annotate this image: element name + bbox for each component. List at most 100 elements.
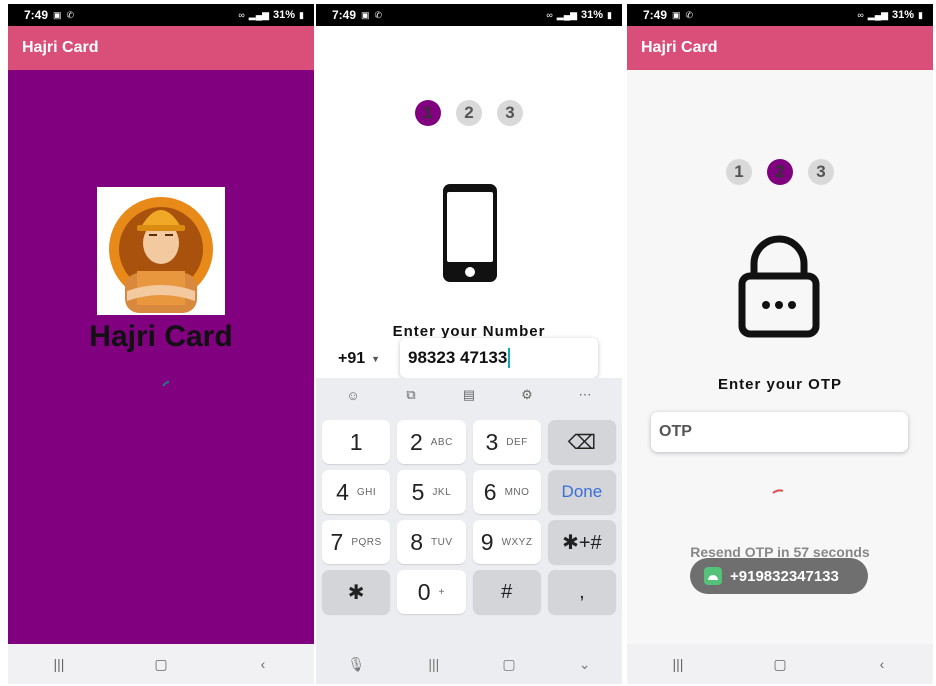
key-letters: ABC: [430, 436, 453, 448]
emoji-icon[interactable]: ☺: [342, 384, 364, 406]
recent-apps-icon[interactable]: |||: [428, 656, 439, 672]
backspace-icon: ⌫: [567, 431, 597, 454]
key-label: #: [501, 580, 513, 603]
key-14[interactable]: #: [472, 570, 541, 614]
chevron-down-icon: ▼: [371, 354, 381, 364]
gallery-notification-icon: ▣: [672, 9, 681, 20]
step-3: 3: [808, 159, 834, 185]
key-letters: TUV: [431, 536, 453, 548]
country-code-value: +91: [338, 350, 366, 367]
splash-background: [8, 70, 314, 644]
loading-spinner-icon: [162, 381, 170, 387]
key-1[interactable]: 2 ABC: [397, 420, 466, 464]
call-notification-icon: ✆: [374, 9, 383, 20]
key-11[interactable]: ✱+#: [547, 520, 616, 564]
back-icon[interactable]: ‹: [862, 656, 902, 672]
key-letters: +: [438, 586, 445, 598]
clipboard-icon[interactable]: ▤: [458, 384, 480, 406]
otp-input[interactable]: OTP: [651, 412, 908, 452]
step-indicator: 1 2 3: [316, 100, 622, 126]
more-icon[interactable]: ⋯: [574, 384, 596, 406]
toast-message: +919832347133: [690, 558, 868, 594]
status-bar: 7:49 ▣ ✆ ∞ ▂▄▆ 31% ▮: [627, 4, 933, 26]
keypad: 1 2 ABC 3 DEF ⌫ 4 GHI 5 JKL 6 MNO Done 7 PQRS 8 TUV 9 WXYZ…: [322, 420, 616, 614]
app-bar: Hajri Card: [8, 26, 314, 70]
brand-title: Hajri Card: [89, 320, 233, 353]
key-5[interactable]: 5 JKL: [397, 470, 466, 514]
battery-percent: 31%: [273, 9, 296, 21]
phone-entry-screen: 7:49 ▣ ✆ ∞ ▂▄▆ 31% ▮ 1 2 3 Enter your Nu…: [316, 4, 622, 684]
key-label: 8: [410, 528, 424, 555]
backspace-key[interactable]: ⌫: [547, 420, 616, 464]
worker-logo-icon: [109, 197, 213, 313]
hide-keyboard-icon[interactable]: ⌄: [579, 656, 591, 673]
call-notification-icon: ✆: [66, 9, 75, 20]
battery-icon: ▮: [918, 9, 923, 20]
home-icon[interactable]: ▢: [141, 656, 181, 673]
settings-icon[interactable]: ⚙: [516, 384, 538, 406]
step-2: 2: [767, 159, 793, 185]
text-cursor: [508, 348, 511, 368]
splash-screen: 7:49 ▣ ✆ ∞ ▂▄▆ 31% ▮ Hajri Card Hajri Ca…: [8, 4, 314, 684]
key-8[interactable]: 7 PQRS: [322, 520, 391, 564]
key-12[interactable]: ✱: [322, 570, 391, 614]
key-15[interactable]: ,: [547, 570, 616, 614]
home-icon[interactable]: ▢: [760, 656, 800, 673]
key-13[interactable]: 0 +: [397, 570, 466, 614]
key-label: ✱+#: [562, 531, 602, 554]
link-icon: ∞: [857, 10, 864, 20]
home-icon[interactable]: ▢: [502, 656, 515, 673]
key-label: ,: [579, 580, 585, 603]
key-6[interactable]: 6 MNO: [472, 470, 541, 514]
key-9[interactable]: 8 TUV: [397, 520, 466, 564]
key-2[interactable]: 3 DEF: [472, 420, 541, 464]
status-time: 7:49: [643, 8, 668, 22]
phone-number-input[interactable]: 98323 47133: [400, 338, 598, 378]
numeric-keyboard: ☺ ⧉ ▤ ⚙ ⋯ 1 2 ABC 3 DEF ⌫ 4 GHI 5 JKL 6 MNO Done 7 PQR…: [316, 378, 622, 644]
mobile-phone-icon: [443, 184, 497, 282]
step-1: 1: [726, 159, 752, 185]
link-icon: ∞: [238, 10, 245, 20]
key-10[interactable]: 9 WXYZ: [472, 520, 541, 564]
key-letters: PQRS: [351, 536, 382, 548]
country-code-selector[interactable]: +91 ▼: [338, 350, 380, 368]
otp-entry-screen: 7:49 ▣ ✆ ∞ ▂▄▆ 31% ▮ Hajri Card 1 2 3 En…: [627, 4, 933, 684]
key-letters: JKL: [432, 486, 452, 498]
key-label: 0: [417, 578, 431, 605]
link-icon: ∞: [546, 10, 553, 20]
status-time: 7:49: [24, 8, 49, 22]
keyboard-toolbar: ☺ ⧉ ▤ ⚙ ⋯: [316, 378, 622, 412]
back-icon[interactable]: ‹: [243, 656, 283, 672]
key-label: 4: [336, 478, 349, 505]
toast-text: +919832347133: [730, 567, 839, 585]
signal-icon: ▂▄▆: [867, 9, 889, 20]
key-0[interactable]: 1: [322, 420, 391, 464]
key-label: 5: [411, 478, 425, 505]
key-label: 6: [483, 478, 497, 505]
done-key[interactable]: Done: [547, 470, 616, 514]
recent-apps-icon[interactable]: |||: [658, 656, 698, 672]
key-label: 3: [485, 428, 499, 455]
microphone-icon[interactable]: 🎙: [348, 656, 366, 673]
battery-icon: ▮: [607, 9, 612, 20]
status-time: 7:49: [332, 8, 357, 22]
status-bar: 7:49 ▣ ✆ ∞ ▂▄▆ 31% ▮: [316, 4, 622, 26]
app-title: Hajri Card: [641, 39, 718, 56]
sticker-icon[interactable]: ⧉: [400, 384, 422, 406]
key-letters: GHI: [356, 486, 377, 498]
call-notification-icon: ✆: [685, 9, 694, 20]
recent-apps-icon[interactable]: |||: [39, 656, 79, 672]
step-1: 1: [415, 100, 441, 126]
gallery-notification-icon: ▣: [361, 9, 370, 20]
step-3: 3: [497, 100, 523, 126]
battery-icon: ▮: [299, 9, 304, 20]
battery-percent: 31%: [892, 9, 915, 21]
key-4[interactable]: 4 GHI: [322, 470, 391, 514]
app-title: Hajri Card: [22, 39, 99, 56]
status-bar: 7:49 ▣ ✆ ∞ ▂▄▆ 31% ▮: [8, 4, 314, 26]
keyboard-nav-bar: 🎙 ||| ▢ ⌄: [316, 644, 622, 684]
signal-icon: ▂▄▆: [556, 9, 578, 20]
key-label: 9: [480, 528, 494, 555]
battery-percent: 31%: [581, 9, 604, 21]
gallery-notification-icon: ▣: [53, 9, 62, 20]
